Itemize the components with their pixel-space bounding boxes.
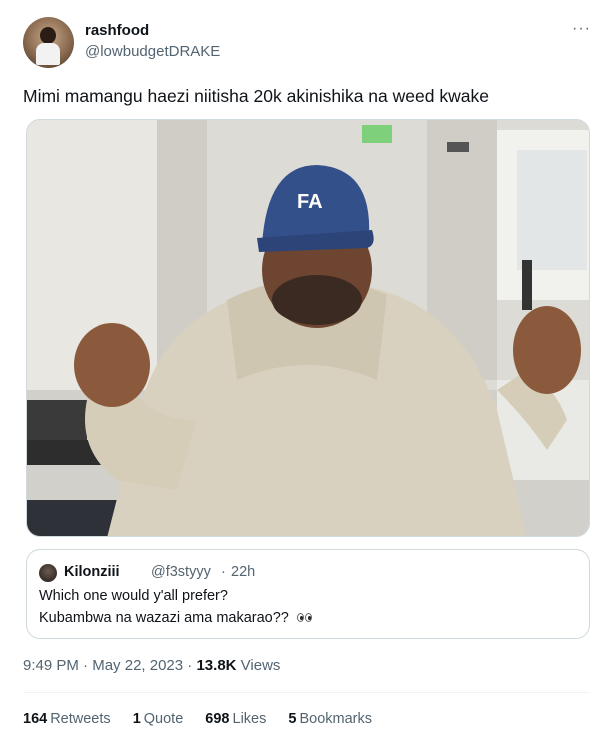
tweet-time[interactable]: 9:49 PM bbox=[23, 657, 79, 674]
tweet-text: Mimi mamangu haezi niitisha 20k akinishi… bbox=[23, 86, 489, 106]
quote-text-line-2: Kubambwa na wazazi ama makarao?? bbox=[39, 610, 313, 626]
meta-separator-2: · bbox=[187, 657, 193, 674]
divider bbox=[23, 692, 589, 693]
engagement-stats: 164 Retweets 1 Quote 698 Likes 5 Bookmarks bbox=[23, 711, 390, 727]
retweets-stat[interactable]: 164 Retweets bbox=[23, 711, 111, 727]
quote-author-name[interactable]: Kilonziii bbox=[64, 564, 120, 580]
bookmarks-count: 5 bbox=[288, 711, 297, 727]
quotes-label: Quote bbox=[143, 711, 184, 727]
views-count: 13.8K bbox=[196, 657, 237, 674]
more-options-icon[interactable]: ··· bbox=[572, 20, 591, 38]
quoted-tweet[interactable]: Kilonziii @f3styyy · 22h Which one would… bbox=[26, 549, 590, 639]
cap-text: FA bbox=[297, 191, 323, 213]
bookmarks-label: Bookmarks bbox=[299, 711, 372, 727]
eyes-icon bbox=[296, 610, 313, 626]
photo-illustration: FA bbox=[27, 120, 589, 536]
quotes-count: 1 bbox=[132, 711, 141, 727]
views-label: Views bbox=[240, 657, 281, 674]
tweet-media[interactable]: FA bbox=[26, 119, 590, 537]
likes-stat[interactable]: 698 Likes bbox=[205, 711, 266, 727]
quote-timestamp[interactable]: 22h bbox=[231, 564, 255, 580]
author-avatar[interactable] bbox=[23, 17, 74, 68]
quote-author-handle[interactable]: @f3styyy bbox=[151, 564, 211, 580]
likes-label: Likes bbox=[232, 711, 267, 727]
likes-count: 698 bbox=[205, 711, 230, 727]
quote-text-line-2-text: Kubambwa na wazazi ama makarao?? bbox=[39, 610, 289, 626]
quote-text-line-1: Which one would y'all prefer? bbox=[39, 588, 228, 604]
meta-separator: · bbox=[83, 657, 89, 674]
retweets-count: 164 bbox=[23, 711, 48, 727]
author-handle[interactable]: @lowbudgetDRAKE bbox=[85, 43, 220, 60]
quote-separator: · bbox=[221, 564, 226, 580]
bookmarks-stat[interactable]: 5 Bookmarks bbox=[288, 711, 372, 727]
tweet-date[interactable]: May 22, 2023 bbox=[92, 657, 183, 674]
tweet-meta: 9:49 PM · May 22, 2023 · 13.8K Views bbox=[23, 657, 280, 674]
retweets-label: Retweets bbox=[50, 711, 111, 727]
quotes-stat[interactable]: 1 Quote bbox=[133, 711, 184, 727]
author-name[interactable]: rashfood bbox=[85, 22, 149, 39]
quote-avatar[interactable] bbox=[39, 564, 57, 582]
